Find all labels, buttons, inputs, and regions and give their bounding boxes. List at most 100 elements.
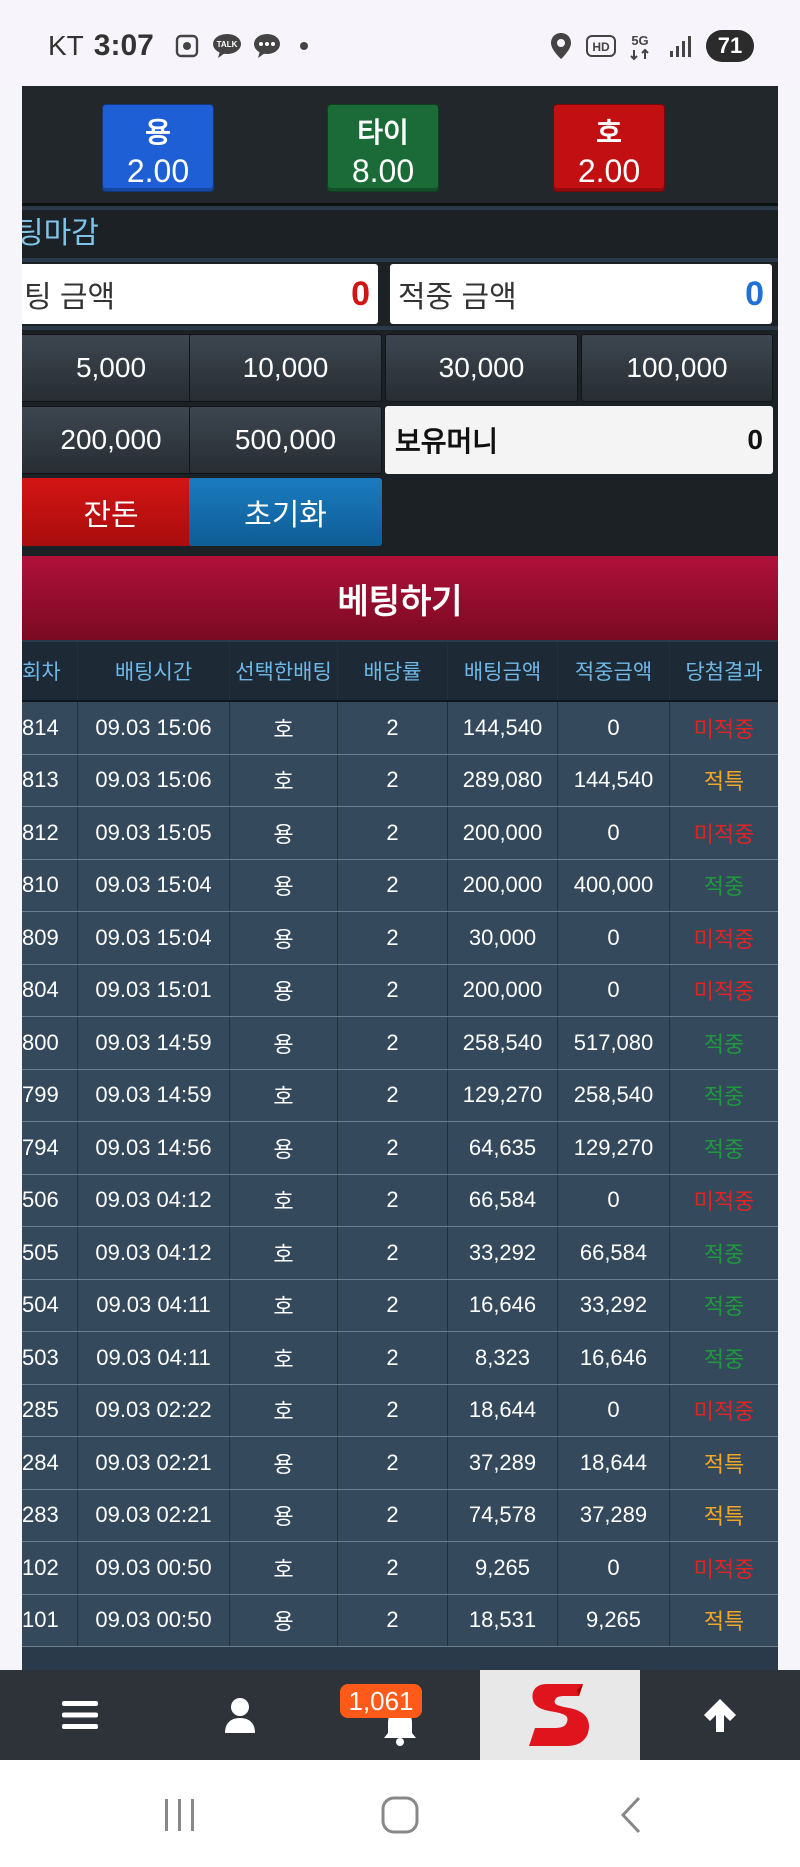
menu-icon[interactable] — [30, 1670, 130, 1760]
chip-5000-button[interactable]: 5,000 — [22, 334, 206, 402]
round-cell: 503 — [22, 1332, 78, 1384]
table-row: 283 09.03 02:21 용 2 74,578 37,289 적특 — [22, 1489, 778, 1542]
recent-apps-icon[interactable] — [150, 1790, 210, 1840]
table-row: 102 09.03 00:50 호 2 9,265 0 미적중 — [22, 1542, 778, 1595]
win-amount-cell: 0 — [558, 912, 670, 964]
header-time: 배팅시간 — [78, 642, 230, 700]
table-row: 505 09.03 04:12 호 2 33,292 66,584 적중 — [22, 1227, 778, 1280]
chip-30000-button[interactable]: 30,000 — [385, 334, 578, 402]
table-row: 804 09.03 15:01 용 2 200,000 0 미적중 — [22, 964, 778, 1017]
odds-cell: 2 — [338, 1174, 448, 1226]
pick-cell: 호 — [230, 1227, 338, 1279]
odds-cell: 2 — [338, 807, 448, 859]
pick-cell: 호 — [230, 1069, 338, 1121]
pick-cell: 호 — [230, 1174, 338, 1226]
result-cell: 적중 — [703, 1294, 745, 1320]
place-bet-button[interactable]: 베팅하기 — [22, 556, 778, 640]
chip-100000-button[interactable]: 100,000 — [581, 334, 773, 402]
bet-history-table: 회차 배팅시간 선택한배팅 배당률 배팅금액 적중금액 당첨결과 814 09.0… — [22, 642, 778, 1647]
bet-amount-cell: 8,323 — [448, 1332, 558, 1384]
result-cell: 미적중 — [693, 716, 755, 742]
round-cell: 285 — [22, 1384, 78, 1436]
chip-panel: 5,000 10,000 30,000 100,000 200,000 500,… — [22, 330, 778, 560]
round-cell: 283 — [22, 1489, 78, 1541]
table-row: 285 09.03 02:22 호 2 18,644 0 미적중 — [22, 1384, 778, 1437]
pick-cell: 호 — [230, 1384, 338, 1436]
win-amount-cell: 37,289 — [558, 1489, 670, 1541]
reset-button[interactable]: 초기화 — [189, 478, 382, 546]
win-amount-cell: 517,080 — [558, 1017, 670, 1069]
pick-cell: 용 — [230, 1594, 338, 1646]
bet-amount-cell: 200,000 — [448, 964, 558, 1016]
odds-cell: 2 — [338, 1069, 448, 1121]
table-row: 506 09.03 04:12 호 2 66,584 0 미적중 — [22, 1174, 778, 1227]
win-amount-cell: 0 — [558, 702, 670, 754]
pick-cell: 호 — [230, 1279, 338, 1331]
dragon-bet-button[interactable]: 용 2.00 — [102, 104, 214, 192]
chip-10000-button[interactable]: 10,000 — [189, 334, 382, 402]
time-cell: 09.03 15:06 — [78, 754, 230, 806]
round-cell: 809 — [22, 912, 78, 964]
round-cell: 284 — [22, 1437, 78, 1489]
pick-cell: 용 — [230, 912, 338, 964]
win-amount-cell: 0 — [558, 807, 670, 859]
dragon-odds: 2.00 — [126, 153, 190, 189]
user-icon[interactable] — [190, 1670, 290, 1760]
header-round: 회차 — [22, 642, 78, 700]
bell-icon[interactable]: 1,061 — [340, 1670, 460, 1760]
round-cell: 799 — [22, 1069, 78, 1121]
home-icon[interactable] — [370, 1790, 430, 1840]
bet-amount-cell: 18,531 — [448, 1594, 558, 1646]
bottom-nav: 1,061 — [0, 1670, 800, 1760]
win-amount-label: 적중 금액 — [398, 281, 517, 314]
dragon-label: 용 — [145, 117, 171, 148]
result-cell: 적특 — [703, 1504, 745, 1530]
chip-200000-button[interactable]: 200,000 — [22, 406, 206, 474]
time-cell: 09.03 02:22 — [78, 1384, 230, 1436]
tiger-bet-button[interactable]: 호 2.00 — [553, 104, 665, 192]
location-icon — [546, 31, 576, 61]
time-cell: 09.03 15:05 — [78, 807, 230, 859]
change-button[interactable]: 잔돈 — [22, 478, 206, 546]
arrow-up-icon[interactable] — [670, 1670, 770, 1760]
header-odds: 배당률 — [338, 642, 448, 700]
status-bar: KT 3:07 TALK HD 5G 71 — [0, 0, 800, 86]
signal-icon — [666, 31, 696, 61]
odds-cell: 2 — [338, 1384, 448, 1436]
time-cell: 09.03 00:50 — [78, 1542, 230, 1594]
result-cell: 적중 — [703, 1241, 745, 1267]
bet-amount-value: 0 — [351, 274, 370, 313]
back-icon[interactable] — [600, 1790, 660, 1840]
round-cell: 804 — [22, 964, 78, 1016]
pick-cell: 용 — [230, 1489, 338, 1541]
bet-amount-cell: 289,080 — [448, 754, 558, 806]
table-header: 회차 배팅시간 선택한배팅 배당률 배팅금액 적중금액 당첨결과 — [22, 642, 778, 702]
betting-deadline-bar: 팅마감 — [22, 210, 778, 258]
result-cell: 미적중 — [693, 821, 755, 847]
time-cell: 09.03 15:04 — [78, 859, 230, 911]
pick-cell: 호 — [230, 754, 338, 806]
round-cell: 506 — [22, 1174, 78, 1226]
deadline-label: 팅마감 — [22, 217, 99, 250]
table-row: 809 09.03 15:04 용 2 30,000 0 미적중 — [22, 912, 778, 965]
win-amount-cell: 0 — [558, 1174, 670, 1226]
bet-amount-cell: 18,644 — [448, 1384, 558, 1436]
round-cell: 812 — [22, 807, 78, 859]
table-row: 810 09.03 15:04 용 2 200,000 400,000 적중 — [22, 859, 778, 912]
notification-dot — [299, 42, 308, 50]
tie-odds: 8.00 — [351, 153, 415, 189]
table-row: 800 09.03 14:59 용 2 258,540 517,080 적중 — [22, 1017, 778, 1070]
time-cell: 09.03 15:01 — [78, 964, 230, 1016]
round-cell: 505 — [22, 1227, 78, 1279]
site-logo[interactable] — [480, 1670, 640, 1760]
chip-500000-button[interactable]: 500,000 — [189, 406, 382, 474]
tie-bet-button[interactable]: 타이 8.00 — [327, 104, 439, 192]
pick-cell: 호 — [230, 1332, 338, 1384]
odds-cell: 2 — [338, 1279, 448, 1331]
table-row: 503 09.03 04:11 호 2 8,323 16,646 적중 — [22, 1332, 778, 1385]
win-amount-cell: 16,646 — [558, 1332, 670, 1384]
battery-icon: 71 — [706, 30, 754, 62]
time-cell: 09.03 04:11 — [78, 1279, 230, 1331]
round-cell: 102 — [22, 1542, 78, 1594]
bet-amount-label: 팅 금액 — [24, 281, 116, 314]
